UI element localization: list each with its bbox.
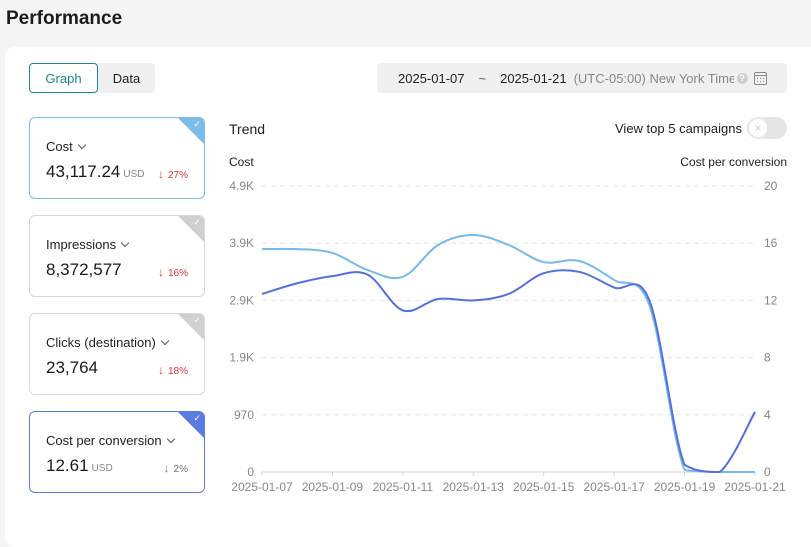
y-right-tick-label: 4 <box>764 408 771 422</box>
x-tick-label: 2025-01-13 <box>443 480 505 494</box>
x-tick-label: 2025-01-09 <box>302 480 364 494</box>
trend-chart: 0 0 970 4 1.9K 8 2.9K 12 3.9K 16 4.9K 20 2025-01-07 2… <box>229 179 786 494</box>
y-left-tick-label: 2.9K <box>229 293 254 307</box>
x-tick-label: 2025-01-07 <box>231 480 293 494</box>
y-left-tick-label: 970 <box>234 408 254 422</box>
x-tick-label: 2025-01-21 <box>724 480 786 494</box>
y-left-tick-label: 3.9K <box>229 236 254 250</box>
y-right-tick-label: 8 <box>764 351 771 365</box>
y-right-tick-label: 20 <box>764 179 778 193</box>
y-right-tick-label: 16 <box>764 236 778 250</box>
x-tick-label: 2025-01-11 <box>373 480 434 494</box>
y-right-tick-label: 0 <box>764 465 771 479</box>
y-left-tick-label: 1.9K <box>229 351 254 365</box>
y-left-tick-label: 0 <box>247 465 254 479</box>
y-left-tick-label: 4.9K <box>229 179 254 193</box>
x-tick-label: 2025-01-15 <box>513 480 575 494</box>
x-tick-label: 2025-01-19 <box>654 480 716 494</box>
x-tick-label: 2025-01-17 <box>583 480 645 494</box>
series-line-cost <box>261 233 755 473</box>
y-right-tick-label: 12 <box>764 293 778 307</box>
